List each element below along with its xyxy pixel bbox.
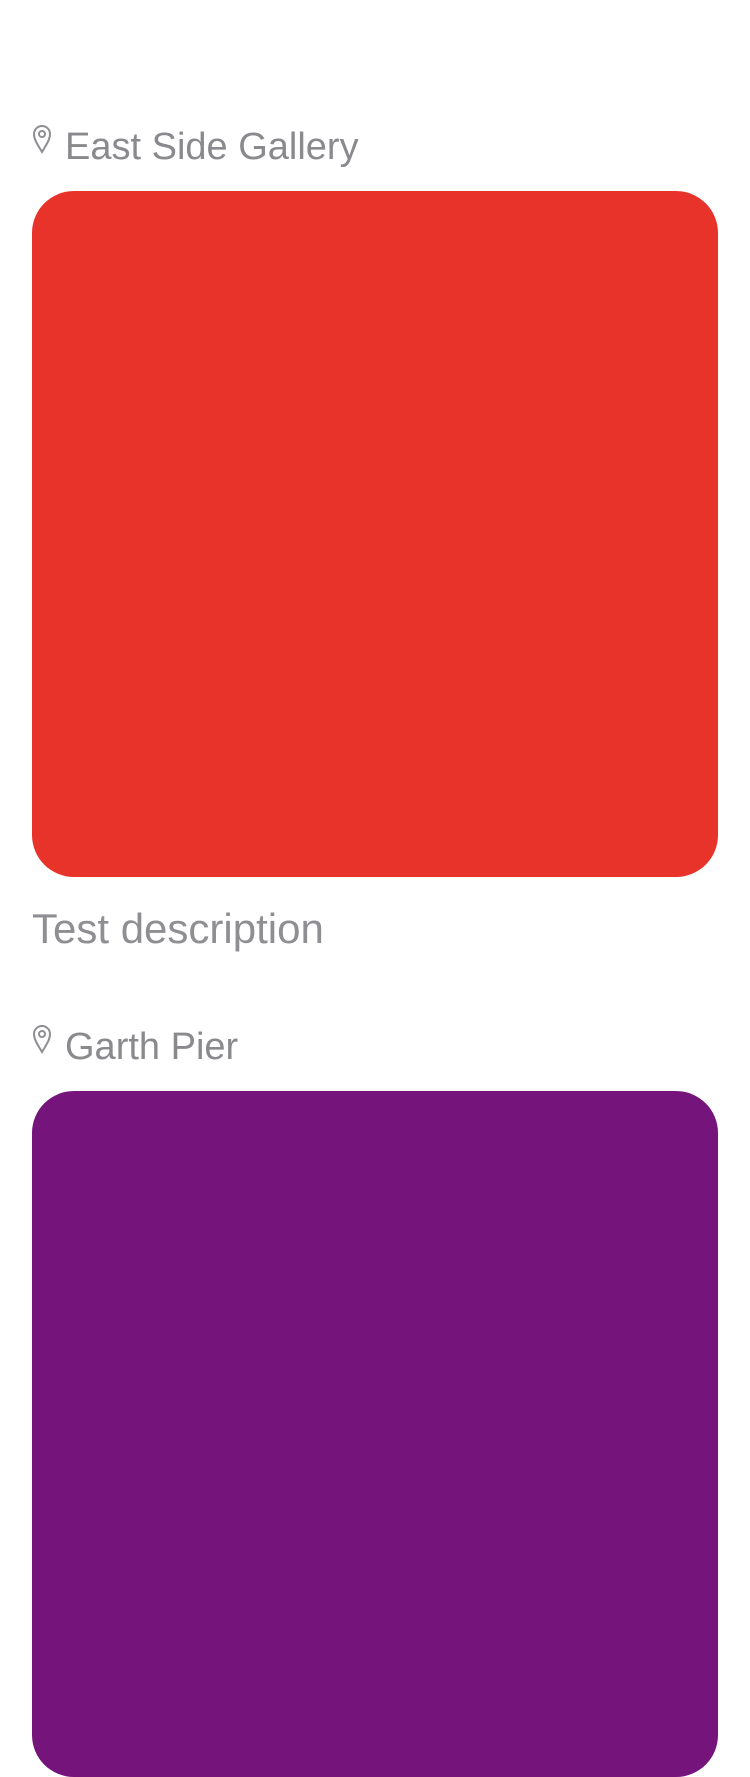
post-location[interactable]: Garth Pier <box>32 1020 718 1074</box>
post-location-label: East Side Gallery <box>65 126 359 168</box>
post-location[interactable]: East Side Gallery <box>32 120 718 174</box>
map-pin-icon <box>32 124 52 154</box>
map-pin-icon <box>32 1024 52 1054</box>
post-card: Garth Pier <box>32 1020 718 1777</box>
post-location-label: Garth Pier <box>65 1026 239 1068</box>
post-card: East Side Gallery Test description <box>32 120 718 957</box>
post-description: Test description <box>32 905 324 952</box>
post-feed[interactable]: East Side Gallery Test description Garth… <box>0 0 750 1777</box>
post-image[interactable] <box>32 1091 718 1777</box>
post-image[interactable] <box>32 191 718 877</box>
